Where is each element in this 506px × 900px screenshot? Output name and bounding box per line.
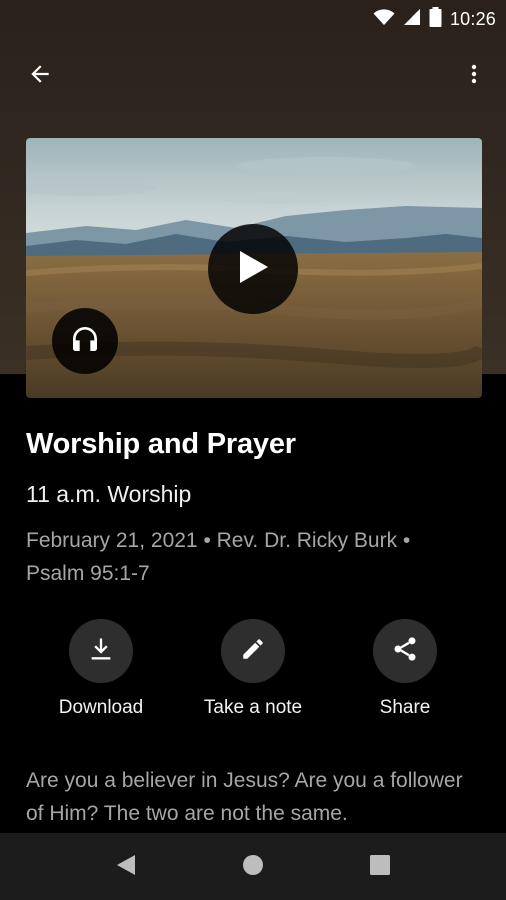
- nav-recents-icon: [370, 854, 390, 880]
- play-button[interactable]: [208, 224, 298, 314]
- action-row: Download Take a note Share: [0, 619, 506, 729]
- audio-only-button[interactable]: [52, 308, 118, 374]
- download-button[interactable]: Download: [25, 619, 177, 719]
- nav-recents-button[interactable]: [360, 847, 400, 887]
- take-note-circle[interactable]: [221, 619, 285, 683]
- app-bar: [0, 48, 506, 100]
- headphones-icon: [68, 323, 102, 360]
- nav-back-button[interactable]: [106, 847, 146, 887]
- share-icon: [391, 635, 419, 668]
- download-icon: [87, 635, 115, 668]
- sermon-title: Worship and Prayer: [26, 428, 296, 460]
- sermon-media-thumbnail[interactable]: [26, 138, 482, 398]
- nav-home-icon: [242, 854, 264, 881]
- share-label: Share: [379, 697, 431, 718]
- share-circle[interactable]: [373, 619, 437, 683]
- sermon-description: Are you a believer in Jesus? Are you a f…: [26, 769, 463, 825]
- status-time: 10:26: [449, 9, 496, 29]
- share-button[interactable]: Share: [329, 619, 481, 719]
- more-vertical-icon: [462, 61, 486, 92]
- download-circle[interactable]: [69, 619, 133, 683]
- nav-back-icon: [115, 853, 137, 882]
- take-note-button[interactable]: Take a note: [177, 619, 329, 719]
- status-bar: 10:26: [0, 0, 506, 36]
- wifi-icon: [373, 8, 395, 31]
- nav-home-button[interactable]: [233, 847, 273, 887]
- back-button[interactable]: [22, 58, 58, 94]
- pencil-icon: [240, 636, 266, 667]
- service-name: 11 a.m. Worship: [26, 481, 192, 507]
- arrow-left-icon: [27, 61, 53, 92]
- download-label: Download: [58, 697, 144, 718]
- play-icon: [236, 249, 270, 290]
- battery-icon: [429, 7, 442, 32]
- signal-icon: [403, 8, 421, 31]
- system-nav-bar: [0, 833, 506, 900]
- sermon-meta: February 21, 2021 • Rev. Dr. Ricky Burk …: [26, 529, 411, 585]
- take-note-label: Take a note: [203, 697, 303, 718]
- more-options-button[interactable]: [456, 58, 492, 94]
